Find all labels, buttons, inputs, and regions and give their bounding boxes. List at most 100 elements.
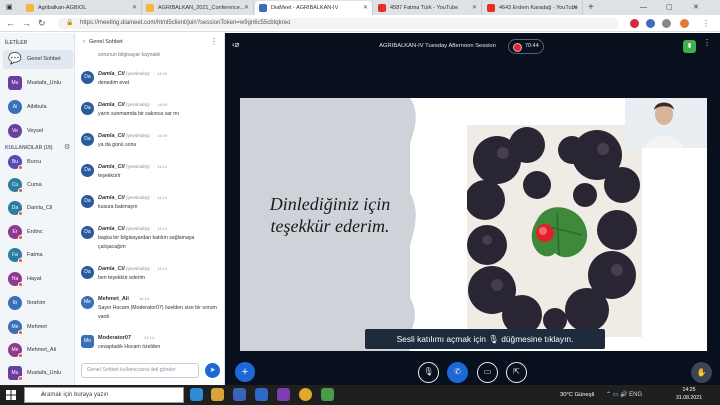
weather-widget[interactable]: 30°C Güneşli — [560, 385, 594, 405]
close-icon[interactable]: ✕ — [244, 1, 249, 15]
avatar: Ai — [8, 100, 22, 114]
close-icon[interactable]: ✕ — [132, 1, 137, 15]
avatar: Da — [81, 164, 94, 177]
mute-microphone-button[interactable]: 🎙 — [418, 362, 439, 383]
more-options-icon[interactable]: ⋮ — [210, 33, 218, 51]
status-dot-icon — [18, 353, 23, 358]
minimize-icon[interactable]: — — [640, 0, 647, 15]
status-dot-icon — [18, 235, 23, 240]
tab-favicon-icon — [146, 4, 154, 12]
browser-menu-icon[interactable]: ⋮ — [702, 15, 710, 32]
extension-icon[interactable] — [630, 19, 639, 28]
close-icon[interactable]: ✕ — [573, 1, 578, 15]
avatar: Me — [81, 296, 94, 309]
new-tab-icon[interactable]: + — [588, 1, 594, 15]
avatar: Da — [81, 71, 94, 84]
windows-start-icon[interactable] — [6, 390, 16, 400]
actions-button[interactable]: + — [235, 362, 255, 382]
browser-tab[interactable]: 4643 Erdem Karadağ - YouTube ✕ — [483, 1, 583, 15]
status-dot-icon — [18, 282, 23, 287]
plus-icon: + — [241, 366, 249, 378]
avatar: Da — [81, 226, 94, 239]
tab-favicon-icon — [487, 4, 495, 12]
avatar: Da — [81, 102, 94, 115]
chat-title[interactable]: Genel Sohbet — [89, 39, 123, 45]
avatar: Ha — [8, 272, 23, 287]
tab-favicon-icon — [378, 4, 386, 12]
user-list-panel: İLETİLER 💬 Genel Sohbet Mu Mustafa_Unlu A… — [0, 33, 75, 385]
screen-share-button[interactable]: ⇱ — [506, 362, 527, 383]
file-explorer-icon[interactable] — [211, 388, 224, 401]
edge-icon[interactable] — [190, 388, 203, 401]
audio-notification: Sesli katılımı açmak için 🎙 düğmesine tı… — [365, 329, 605, 349]
avatar: Ve — [8, 124, 22, 138]
avatar: Me — [8, 320, 23, 335]
avatar: Mu — [8, 366, 23, 381]
back-icon[interactable]: ← — [6, 15, 15, 32]
webcam-video[interactable] — [625, 98, 707, 148]
connection-status-icon[interactable]: ▮ — [683, 40, 696, 53]
browser-tab-active[interactable]: DiaMeet - AGRIBALKAN-IV ✕ — [255, 1, 373, 15]
url-input[interactable]: https://meeting.diameet.com/html5client/… — [58, 18, 618, 29]
presentation-area: ‹⌀ AGRIBALKAN-IV Tuesday Afternoon Sessi… — [225, 33, 720, 385]
extensions-puzzle-icon[interactable] — [662, 19, 671, 28]
chat-bubble-icon: 💬 — [8, 53, 22, 65]
grapes-image — [467, 125, 642, 337]
browser-tab-bar: Agribalkan-AGBIOL ✕ AGRIBALKAN_2021_Confe… — [0, 0, 720, 15]
status-dot-icon — [18, 165, 23, 170]
chevron-left-icon[interactable]: ‹ — [83, 33, 85, 51]
camera-button[interactable]: ▭ — [477, 362, 498, 383]
tab-favicon-icon — [26, 4, 34, 12]
store-icon[interactable] — [233, 388, 246, 401]
gear-icon[interactable]: ⚙ — [64, 143, 70, 151]
browser-tab[interactable]: 4587 Fatma Türk - YouTube ✕ — [374, 1, 482, 15]
avatar: Da — [8, 201, 23, 216]
reload-icon[interactable]: ↻ — [38, 15, 46, 32]
forward-icon[interactable]: → — [22, 15, 31, 32]
avatar: Cu — [8, 178, 23, 193]
meeting-title: AGRIBALKAN-IV Tuesday Afternoon Session — [379, 43, 496, 49]
camera-off-icon: ▭ — [483, 367, 492, 376]
audio-join-button[interactable]: ✆ — [447, 362, 468, 383]
lock-icon[interactable]: 🔒 — [66, 18, 73, 29]
browser-tab[interactable]: Agribalkan-AGBIOL ✕ — [22, 1, 142, 15]
screen-share-icon: ⇱ — [513, 367, 520, 376]
raise-hand-button[interactable]: ✋ — [691, 362, 712, 383]
windows-taskbar: ⌕ Aramak için buraya yazın 30°C Güneşli ⌃… — [0, 385, 720, 405]
app-icon[interactable] — [321, 388, 334, 401]
chat-header: ‹ Genel Sohbet ⋮ — [75, 33, 225, 51]
close-window-icon[interactable]: ✕ — [693, 0, 699, 15]
status-dot-icon — [18, 258, 23, 263]
chrome-icon[interactable] — [299, 388, 312, 401]
more-options-icon[interactable]: ⋮ — [703, 38, 711, 47]
send-icon: ➤ — [209, 367, 216, 374]
profile-avatar[interactable] — [680, 19, 689, 28]
close-icon[interactable]: ✕ — [472, 1, 477, 15]
recording-indicator[interactable]: 70:44 — [508, 39, 544, 54]
teams-icon[interactable] — [277, 388, 290, 401]
avatar: Da — [81, 195, 94, 208]
tab-search-icon[interactable]: ▣ — [6, 0, 13, 15]
chat-message-text: sorunun bilgisayar kaynaklı — [98, 52, 161, 58]
public-chat-item[interactable]: 💬 Genel Sohbet — [3, 50, 73, 69]
avatar: Mo — [81, 335, 94, 348]
chat-message-input[interactable]: Genel Sohbet kullanıcısına ileti gönder — [81, 363, 199, 378]
record-icon — [513, 43, 522, 52]
avatar: Da — [81, 266, 94, 279]
users-header: KULLANICILAR (19) — [5, 145, 53, 151]
browser-tab[interactable]: AGRIBALKAN_2021_Conference... ✕ — [142, 1, 254, 15]
mail-icon[interactable] — [255, 388, 268, 401]
taskbar-clock[interactable]: 14:25 31.08.2021 — [676, 387, 702, 402]
status-dot-icon — [18, 211, 23, 216]
taskbar-search-input[interactable]: ⌕ Aramak için buraya yazın — [24, 387, 184, 403]
microphone-off-icon: 🎙 — [423, 367, 434, 376]
system-tray-icons[interactable]: ⌃ ▭ 🔊 ENG — [606, 385, 642, 405]
extension-icon[interactable] — [646, 19, 655, 28]
send-button[interactable]: ➤ — [205, 363, 220, 378]
avatar: Er — [8, 225, 23, 240]
maximize-icon[interactable]: ▢ — [666, 0, 673, 15]
status-dot-icon — [18, 188, 23, 193]
close-icon[interactable]: ✕ — [363, 1, 368, 15]
phone-icon: ✆ — [454, 367, 461, 376]
messages-header: İLETİLER — [5, 40, 28, 46]
